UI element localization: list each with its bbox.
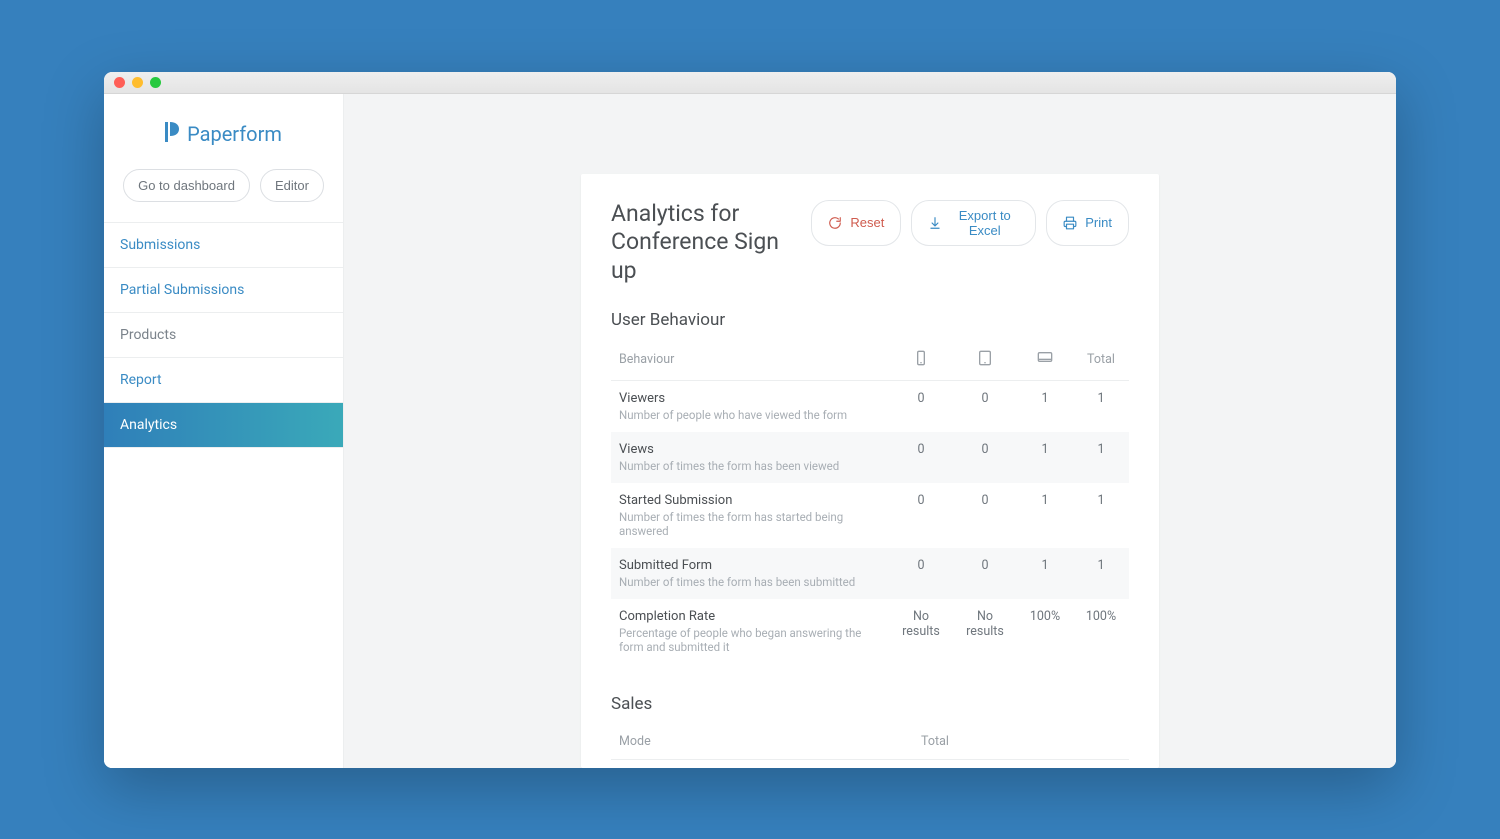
cell-desktop: 100% <box>1017 599 1073 664</box>
sidebar-nav: Submissions Partial Submissions Products… <box>104 222 343 448</box>
cell-mobile: No results <box>889 599 953 664</box>
main-content: Analytics for Conference Sign up Reset <box>344 94 1396 768</box>
sidebar-item-analytics[interactable]: Analytics <box>104 403 343 448</box>
page-title-line1: Analytics for <box>611 200 739 227</box>
user-behaviour-heading: User Behaviour <box>611 310 1129 330</box>
col-mobile <box>889 340 953 381</box>
reset-button[interactable]: Reset <box>811 200 901 246</box>
cell-total: 100% <box>1073 599 1129 664</box>
cell-mobile: 0 <box>889 380 953 432</box>
cell-tablet: 0 <box>953 483 1017 548</box>
analytics-card: Analytics for Conference Sign up Reset <box>581 174 1159 768</box>
sales-table: Mode Total Test 895.00 Live 0.00 <box>611 724 1129 768</box>
row-label: Submitted Form <box>619 558 881 573</box>
cell-tablet: 0 <box>953 432 1017 483</box>
sales-heading: Sales <box>611 694 1129 714</box>
brand-name: Paperform <box>187 122 282 146</box>
sidebar-item-products[interactable]: Products <box>104 313 343 358</box>
col-behaviour: Behaviour <box>611 340 889 381</box>
cell-tablet: No results <box>953 599 1017 664</box>
printer-icon <box>1063 216 1077 230</box>
sidebar-item-label: Products <box>120 327 176 343</box>
cell-desktop: 1 <box>1017 432 1073 483</box>
cell-total: 1 <box>1073 380 1129 432</box>
row-sub: Number of times the form has started bei… <box>619 510 881 538</box>
cell-mobile: 0 <box>889 548 953 599</box>
sidebar-item-partial-submissions[interactable]: Partial Submissions <box>104 268 343 313</box>
download-icon <box>928 216 942 230</box>
print-button[interactable]: Print <box>1046 200 1129 246</box>
user-behaviour-table: Behaviour <box>611 340 1129 664</box>
cell-total: 1 <box>1073 548 1129 599</box>
row-label: Completion Rate <box>619 609 881 624</box>
sidebar-item-label: Submissions <box>120 237 200 253</box>
window-minimize-icon[interactable] <box>132 77 143 88</box>
cell-mobile: 0 <box>889 432 953 483</box>
page-title-line2: Conference Sign up <box>611 228 779 284</box>
row-label: Viewers <box>619 391 881 406</box>
sidebar-item-label: Analytics <box>120 417 177 433</box>
sidebar: Paperform Go to dashboard Editor Submiss… <box>104 94 344 768</box>
brand-logo-icon <box>165 122 179 147</box>
desktop-icon <box>1025 350 1065 366</box>
sidebar-item-submissions[interactable]: Submissions <box>104 223 343 268</box>
row-sub: Number of times the form has been viewed <box>619 459 881 473</box>
col-desktop <box>1017 340 1073 381</box>
editor-button[interactable]: Editor <box>260 169 324 202</box>
table-row: Submitted Form Number of times the form h… <box>611 548 1129 599</box>
sidebar-buttons: Go to dashboard Editor <box>104 169 343 222</box>
cell-tablet: 0 <box>953 548 1017 599</box>
cell-desktop: 1 <box>1017 380 1073 432</box>
row-sub: Number of times the form has been submit… <box>619 575 881 589</box>
table-row: Test 895.00 <box>611 759 1129 767</box>
user-behaviour-rows: Viewers Number of people who have viewed … <box>611 380 1129 664</box>
brand: Paperform <box>104 94 343 169</box>
table-row: Started Submission Number of times the fo… <box>611 483 1129 548</box>
cell-total: 1 <box>1073 483 1129 548</box>
col-total: Total <box>1073 340 1129 381</box>
cell-total: 895.00 <box>881 759 1129 767</box>
cell-tablet: 0 <box>953 380 1017 432</box>
refresh-icon <box>828 216 842 230</box>
cell-mode: Test <box>611 759 881 767</box>
sidebar-item-label: Partial Submissions <box>120 282 244 298</box>
row-label: Started Submission <box>619 493 881 508</box>
window-titlebar <box>104 72 1396 94</box>
app-window: Paperform Go to dashboard Editor Submiss… <box>104 72 1396 768</box>
reset-label: Reset <box>850 215 884 230</box>
window-close-icon[interactable] <box>114 77 125 88</box>
window-maximize-icon[interactable] <box>150 77 161 88</box>
page-title: Analytics for Conference Sign up <box>611 200 799 286</box>
sidebar-item-report[interactable]: Report <box>104 358 343 403</box>
card-header: Analytics for Conference Sign up Reset <box>611 200 1129 286</box>
mobile-icon <box>897 350 945 366</box>
table-row: Viewers Number of people who have viewed … <box>611 380 1129 432</box>
row-sub: Number of people who have viewed the for… <box>619 408 881 422</box>
row-sub: Percentage of people who began answering… <box>619 626 881 654</box>
app-body: Paperform Go to dashboard Editor Submiss… <box>104 94 1396 768</box>
tablet-icon <box>961 350 1009 366</box>
cell-desktop: 1 <box>1017 548 1073 599</box>
export-to-excel-button[interactable]: Export to Excel <box>911 200 1036 246</box>
print-label: Print <box>1085 215 1112 230</box>
header-actions: Reset Export to Excel Prin <box>811 200 1129 246</box>
row-label: Views <box>619 442 881 457</box>
sidebar-item-label: Report <box>120 372 162 388</box>
col-mode: Mode <box>611 724 881 760</box>
export-label: Export to Excel <box>950 208 1019 238</box>
table-row: Completion Rate Percentage of people who … <box>611 599 1129 664</box>
go-to-dashboard-button[interactable]: Go to dashboard <box>123 169 250 202</box>
cell-desktop: 1 <box>1017 483 1073 548</box>
col-tablet <box>953 340 1017 381</box>
col-total: Total <box>881 724 1129 760</box>
cell-total: 1 <box>1073 432 1129 483</box>
table-row: Views Number of times the form has been v… <box>611 432 1129 483</box>
cell-mobile: 0 <box>889 483 953 548</box>
